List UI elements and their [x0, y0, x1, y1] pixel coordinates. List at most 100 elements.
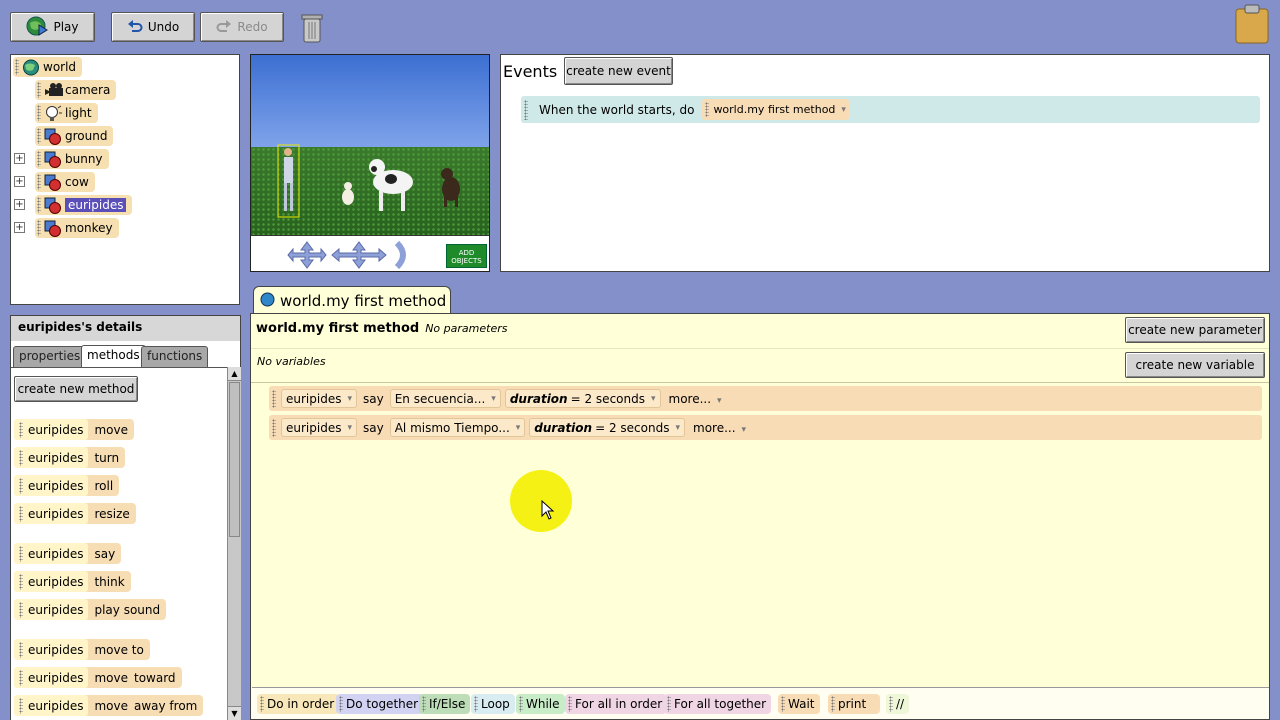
for-all-together-tile[interactable]: For all together [664, 694, 772, 714]
events-title: Events [503, 62, 558, 81]
undo-icon [127, 19, 143, 36]
chevron-down-icon[interactable]: ▾ [841, 105, 846, 115]
method-tile-play-sound[interactable]: euripides play sound [14, 599, 167, 620]
statement-say-2[interactable]: euripides ▾ say Al mismo Tiempo... ▾ durat… [269, 415, 1262, 440]
scroll-thumb[interactable] [229, 382, 240, 537]
clipboard-icon[interactable] [1235, 4, 1269, 44]
method-tile-move-away-from[interactable]: euripides move away from [14, 695, 204, 716]
create-new-method-button[interactable]: create new method [14, 376, 138, 402]
tree-item-label: monkey [65, 221, 113, 235]
chevron-down-icon[interactable]: ▾ [675, 423, 680, 433]
for-all-in-order-tile[interactable]: For all in order [565, 694, 668, 714]
print-tile[interactable]: print [828, 694, 880, 714]
event-rule[interactable]: When the world starts, do world.my first… [521, 96, 1260, 123]
tab-properties[interactable]: properties [13, 346, 87, 367]
globe-play-icon [26, 16, 49, 39]
chevron-down-icon[interactable]: ▾ [717, 396, 722, 406]
if-else-tile[interactable]: If/Else [419, 694, 471, 714]
create-new-parameter-button[interactable]: create new parameter [1125, 317, 1265, 343]
tree-item-label: world [43, 60, 77, 74]
comment-tile[interactable]: // [886, 694, 910, 714]
pan-camera-icon[interactable] [331, 240, 387, 271]
create-new-event-button[interactable]: create new event [564, 57, 673, 85]
method-header: world.my first method No parameters [256, 321, 507, 336]
rotate-camera-icon[interactable] [391, 240, 411, 271]
expand-bunny-icon[interactable]: + [14, 153, 25, 164]
object-shapes-icon [44, 128, 62, 145]
redo-button[interactable]: Redo [200, 12, 284, 42]
statement-object[interactable]: euripides ▾ [281, 389, 357, 408]
statement-duration[interactable]: duration = 2 seconds ▾ [529, 418, 685, 437]
tree-item-label: ground [65, 129, 108, 143]
tree-item-label: bunny [65, 152, 103, 166]
world-view[interactable]: ADD OBJECTS [250, 54, 490, 272]
statement-object[interactable]: euripides ▾ [281, 418, 357, 437]
object-shapes-icon [44, 174, 62, 191]
more-options[interactable]: more... ▾ [669, 392, 722, 406]
statement-duration[interactable]: duration = 2 seconds ▾ [504, 389, 661, 408]
play-button[interactable]: Play [10, 12, 95, 42]
move-camera-icon[interactable] [287, 240, 327, 271]
tab-functions[interactable]: functions [141, 346, 209, 367]
tree-item-bunny[interactable]: bunny [35, 149, 109, 169]
tree-item-monkey[interactable]: monkey [35, 218, 119, 238]
while-tile[interactable]: While [516, 694, 565, 714]
statement-text[interactable]: En secuencia... ▾ [389, 389, 501, 408]
control-palette: Do in order Do together If/Else Loop Whi… [252, 687, 1269, 719]
chevron-down-icon[interactable]: ▾ [491, 394, 496, 404]
expand-monkey-icon[interactable]: + [14, 222, 25, 233]
method-tile-think[interactable]: euripides think [14, 571, 131, 592]
scroll-up-icon[interactable]: ▲ [228, 367, 241, 381]
tree-item-euripides[interactable]: euripides [35, 195, 133, 215]
create-new-variable-button[interactable]: create new variable [1125, 352, 1265, 378]
method-tile-turn[interactable]: euripides turn [14, 447, 126, 468]
method-list-scrollbar[interactable]: ▲ ▼ [227, 367, 241, 720]
trash-icon[interactable] [300, 12, 324, 44]
expand-cow-icon[interactable]: + [14, 176, 25, 187]
tree-item-camera[interactable]: camera [35, 80, 117, 100]
wait-tile[interactable]: Wait [778, 694, 820, 714]
method-tile-say[interactable]: euripides say [14, 543, 122, 564]
world-characters [277, 144, 460, 218]
divider [251, 348, 1269, 349]
tree-item-label: light [65, 106, 92, 120]
no-variables-label: No variables [257, 355, 326, 368]
editor-tab[interactable]: world.my first method [253, 286, 451, 315]
loop-tile[interactable]: Loop [471, 694, 515, 714]
chevron-down-icon[interactable]: ▾ [347, 394, 352, 404]
play-label: Play [53, 20, 79, 34]
method-tile-move-toward[interactable]: euripides move toward [14, 667, 182, 688]
object-shapes-icon [44, 220, 62, 237]
chevron-down-icon[interactable]: ▾ [742, 425, 747, 435]
more-options[interactable]: more... ▾ [693, 421, 746, 435]
scroll-down-icon[interactable]: ▼ [228, 706, 241, 720]
tree-item-label: cow [65, 175, 89, 189]
divider [251, 382, 1269, 383]
method-tile-resize[interactable]: euripides resize [14, 503, 136, 524]
expand-euripides-icon[interactable]: + [14, 199, 25, 210]
method-tile-roll[interactable]: euripides roll [14, 475, 120, 496]
object-tree: world camera light ground + bunny + cow … [10, 54, 240, 305]
do-together-tile[interactable]: Do together [336, 694, 424, 714]
statement-text[interactable]: Al mismo Tiempo... ▾ [389, 418, 526, 437]
method-tile-move-to[interactable]: euripides move to [14, 639, 150, 660]
details-panel: euripides's details properties methods f… [10, 315, 241, 720]
chevron-down-icon[interactable]: ▾ [516, 423, 521, 433]
tree-item-world[interactable]: world [13, 57, 83, 77]
do-in-order-tile[interactable]: Do in order [257, 694, 340, 714]
event-method-tile[interactable]: world.my first method ▾ [702, 99, 849, 120]
chevron-down-icon[interactable]: ▾ [347, 423, 352, 433]
chevron-down-icon[interactable]: ▾ [651, 394, 656, 404]
camera-icon [44, 82, 63, 99]
details-title: euripides's details [11, 316, 240, 341]
add-objects-button[interactable]: ADD OBJECTS [446, 244, 487, 268]
tree-item-ground[interactable]: ground [35, 126, 114, 146]
undo-button[interactable]: Undo [111, 12, 195, 42]
method-tile-move[interactable]: euripides move [14, 419, 134, 440]
globe-icon [260, 292, 275, 311]
tree-item-light[interactable]: light [35, 103, 98, 123]
tree-item-cow[interactable]: cow [35, 172, 95, 192]
statement-say-1[interactable]: euripides ▾ say En secuencia... ▾ duration… [269, 386, 1262, 411]
undo-label: Undo [147, 20, 180, 34]
tab-methods[interactable]: methods [81, 345, 146, 368]
